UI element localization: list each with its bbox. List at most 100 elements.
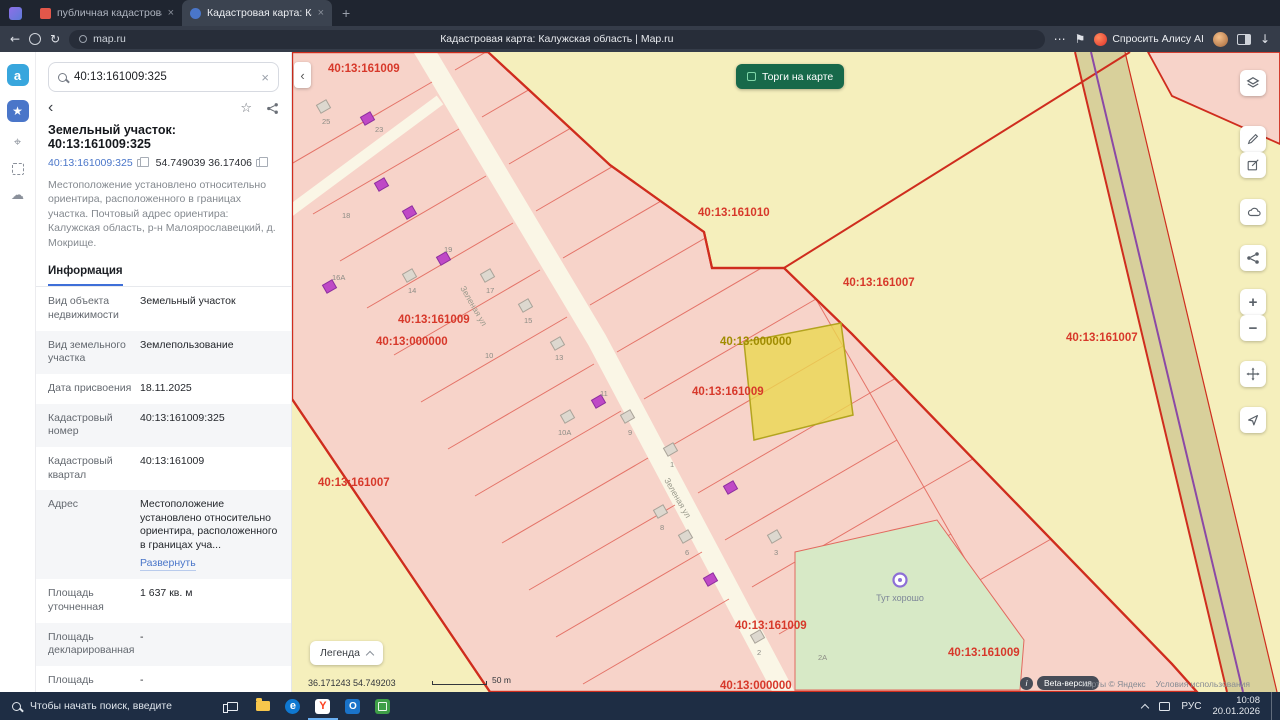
- address-domain: map.ru: [93, 33, 126, 45]
- cloud-icon[interactable]: ☁: [11, 189, 24, 202]
- clock-date: 20.01.2026: [1212, 706, 1260, 717]
- info-table: Вид объекта недвижимости Земельный участо…: [36, 287, 291, 692]
- tab-information[interactable]: Информация: [48, 259, 123, 287]
- address-bar[interactable]: map.ru Кадастровая карта: Калужская обла…: [69, 29, 1045, 49]
- pencil-button[interactable]: [1240, 126, 1266, 152]
- tab2-close-icon[interactable]: ×: [318, 7, 324, 19]
- collapse-panel-button[interactable]: ‹: [294, 62, 311, 88]
- svg-text:40:13:161007: 40:13:161007: [318, 477, 390, 489]
- taskbar-search[interactable]: Чтобы начать поиск, введите: [0, 700, 184, 712]
- share-map-button[interactable]: [1240, 245, 1266, 271]
- file-explorer-button[interactable]: [248, 692, 278, 720]
- yandex-browser-button[interactable]: Y: [308, 692, 338, 720]
- parcel-chips: 40:13:161009:325 54.749039 36.17406: [36, 157, 291, 171]
- map-canvas[interactable]: 25 23 18 19 16А 14 17 15 13 10 11 10А 9 …: [292, 52, 1280, 692]
- screen: публичная кадастровая к × Кадастровая ка…: [0, 0, 1280, 720]
- parcel-description: Местоположение установлено относительно …: [48, 179, 276, 249]
- svg-text:19: 19: [444, 245, 452, 254]
- info-icon[interactable]: i: [1020, 676, 1033, 690]
- legend-button[interactable]: Легенда: [310, 641, 383, 665]
- pan-button[interactable]: [1240, 361, 1266, 387]
- cadastral-number-link[interactable]: 40:13:161009:325: [48, 157, 149, 169]
- svg-text:9: 9: [628, 428, 632, 437]
- table-row: Кадастровый квартал 40:13:161009: [48, 454, 205, 481]
- back-button[interactable]: ←: [10, 32, 20, 46]
- taskbar: Чтобы начать поиск, введите e Y O РУС 10…: [0, 692, 1280, 720]
- side-panel-icon[interactable]: [1236, 33, 1251, 45]
- tray-expand-icon[interactable]: [1141, 703, 1150, 712]
- more-icon[interactable]: ⋯: [1054, 32, 1066, 46]
- site-globe-icon: [79, 35, 88, 43]
- browser-tabbar: публичная кадастровая к × Кадастровая ка…: [0, 0, 1280, 26]
- show-desktop-button[interactable]: [1271, 692, 1276, 720]
- browser-tab-2-active[interactable]: Кадастровая карта: Ка ×: [182, 0, 332, 26]
- svg-text:2: 2: [757, 648, 761, 657]
- scale-bar: 50 m: [432, 676, 511, 685]
- alice-button[interactable]: Спросить Алису AI: [1094, 32, 1204, 46]
- edge-browser-button[interactable]: e: [278, 692, 308, 720]
- svg-text:40:13:161009: 40:13:161009: [948, 647, 1020, 659]
- browser-home-icon[interactable]: [29, 33, 42, 45]
- zoom-in-button[interactable]: +: [1240, 289, 1266, 315]
- language-indicator[interactable]: РУС: [1181, 701, 1201, 712]
- zoom-out-button[interactable]: −: [1240, 315, 1266, 341]
- favorites-button[interactable]: ★: [6, 100, 29, 122]
- tab-groups-icon[interactable]: [9, 6, 22, 20]
- info-panel: × ‹ ☆ Земельный участок: 40:13:161009:32…: [36, 52, 292, 692]
- content: a ★ ⌖ ☁ × ‹ ☆ Земельный участок: 4: [0, 52, 1280, 692]
- scale-label: 50 m: [492, 675, 511, 685]
- coordinates-chip[interactable]: 54.749039 36.17406: [156, 157, 269, 169]
- system-tray: РУС 10:08 20.01.2026: [1141, 692, 1280, 720]
- search-input[interactable]: [74, 71, 255, 83]
- favorite-star-icon[interactable]: ☆: [240, 101, 252, 116]
- map-attribution: Карты © Яндекс Условия использования: [1082, 679, 1250, 689]
- terms-link[interactable]: Условия использования: [1156, 679, 1250, 689]
- cloud-upload-button[interactable]: [1240, 199, 1266, 225]
- downloads-icon[interactable]: ↓: [1260, 32, 1270, 46]
- refresh-button[interactable]: ↻: [50, 32, 60, 46]
- expand-address-link[interactable]: Развернуть: [140, 557, 196, 572]
- svg-text:2А: 2А: [818, 653, 827, 662]
- profile-avatar[interactable]: [1212, 31, 1228, 47]
- search-icon: [58, 72, 67, 82]
- new-tab-button[interactable]: +: [342, 5, 350, 21]
- svg-text:17: 17: [486, 286, 494, 295]
- cursor-coordinates: 36.171243 54.749203: [308, 678, 396, 688]
- parcel-title: Земельный участок: 40:13:161009:325: [48, 123, 176, 151]
- table-row: Вид объекта недвижимости Земельный участо…: [48, 295, 236, 322]
- copy-icon[interactable]: [256, 157, 269, 167]
- torgi-button[interactable]: Торги на карте: [736, 64, 845, 89]
- svg-text:23: 23: [375, 125, 383, 134]
- bookmark-flag-icon[interactable]: ⚑: [1075, 32, 1086, 46]
- tab1-label: публичная кадастровая к: [57, 7, 162, 19]
- app-logo[interactable]: a: [6, 64, 29, 86]
- locate-button[interactable]: [1240, 407, 1266, 433]
- search-box[interactable]: ×: [48, 62, 279, 92]
- clear-search-icon[interactable]: ×: [261, 70, 269, 85]
- table-row: Площадь декларированная -: [36, 622, 291, 666]
- panel-back-button[interactable]: ‹: [48, 100, 53, 116]
- green-app-button[interactable]: [368, 692, 398, 720]
- svg-text:1: 1: [670, 460, 674, 469]
- browser-toolbar: ← ↻ map.ru Кадастровая карта: Калужская …: [0, 26, 1280, 52]
- table-row: Вид земельного участка Землепользование: [36, 330, 291, 374]
- tray-icon[interactable]: [1159, 701, 1171, 711]
- svg-text:40:13:161009: 40:13:161009: [692, 386, 764, 398]
- browser-tab-1[interactable]: публичная кадастровая к ×: [32, 0, 182, 26]
- taskbar-search-icon: [12, 701, 21, 711]
- geo-tools-icon[interactable]: ⌖: [14, 136, 21, 149]
- alice-label: Спросить Алису AI: [1112, 33, 1204, 45]
- layers-button[interactable]: [1240, 70, 1266, 96]
- svg-text:14: 14: [408, 286, 416, 295]
- outlook-button[interactable]: O: [338, 692, 368, 720]
- tab2-favicon: [190, 7, 201, 19]
- taskbar-clock[interactable]: 10:08 20.01.2026: [1212, 695, 1260, 718]
- task-view-button[interactable]: [218, 692, 248, 720]
- compose-button[interactable]: [1240, 152, 1266, 178]
- selection-tool-icon[interactable]: [11, 163, 24, 175]
- copy-icon[interactable]: [136, 157, 149, 167]
- tab1-close-icon[interactable]: ×: [168, 7, 174, 19]
- svg-text:8: 8: [660, 523, 664, 532]
- share-icon[interactable]: [266, 102, 279, 115]
- tab1-favicon: [40, 7, 51, 19]
